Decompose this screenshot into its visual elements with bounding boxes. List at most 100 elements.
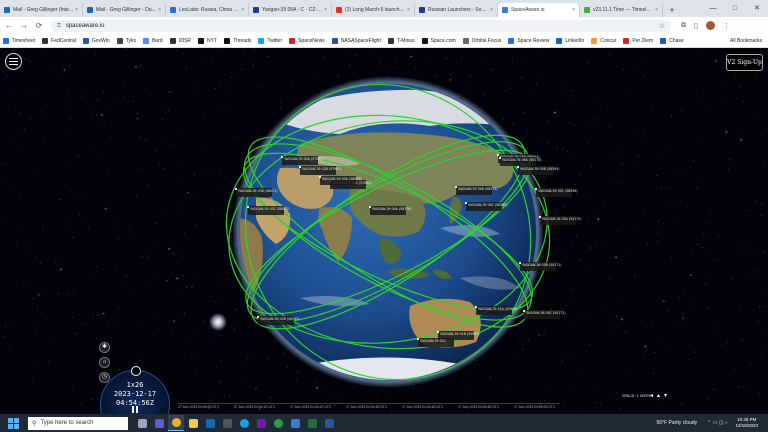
pause-button[interactable] [131,406,139,413]
satellite-icon[interactable]: ✱ [99,342,110,353]
taskbar-clock[interactable]: 10:46 PM 12/16/2023 [735,417,758,429]
bookmark-star-icon[interactable]: ☆ [659,22,665,30]
bookmark-label: FedCentral [51,37,76,44]
browser-tab[interactable]: Yaogan-39 05A - C - CZ-2... × [249,3,332,17]
bookmark-item[interactable]: Chase [660,37,684,44]
extensions-icon[interactable]: ⧉ [681,22,686,30]
tab-close-icon[interactable]: × [572,7,575,13]
satellite-marker[interactable]: YAOGAN-36 05B (54171) [518,261,562,271]
satellite-marker[interactable]: YAOGAN-39 04A (58378) [368,205,412,215]
bookmark-item[interactable]: LinkedIn [556,37,584,44]
browser-tab[interactable]: v23.11.1 Time --- Timeslo... × [580,3,663,17]
word-icon[interactable] [321,415,337,431]
speed-up-button[interactable]: ▴ [657,392,660,399]
signup-button[interactable]: V2 Sign-Up [726,54,763,71]
chrome-profile-icon[interactable] [270,415,286,431]
close-window-button[interactable]: ✕ [746,0,768,17]
excel-icon[interactable] [304,415,320,431]
satellite-marker[interactable]: YAOGAN-39 03C (58032) [246,205,290,215]
new-tab-button[interactable]: + [666,4,678,16]
bookmark-item[interactable]: Space.com [421,37,456,44]
bookmark-label: Per Diem [632,37,654,44]
chrome-icon[interactable] [168,415,184,431]
site-info-icon[interactable]: ⚿ [57,23,61,29]
main-menu-button[interactable] [5,53,22,70]
satellite-marker[interactable]: YAOGAN-36 06A (56178) [498,156,542,166]
taskbar-search[interactable]: ⚲ Type here to search [28,416,128,430]
forward-icon[interactable]: → [18,20,30,32]
outlook-icon[interactable] [202,415,218,431]
tab-close-icon[interactable]: × [241,7,244,13]
browser-tab[interactable]: Mail - Greg Gillinger (Inte... × [0,3,83,17]
satellite-marker[interactable]: YAOGAN-39 04C (58380) [464,201,508,211]
satellite-marker[interactable]: YAOGAN-39 03A (58030) [318,175,362,185]
time-scrub-knob[interactable] [131,366,141,376]
satellite-marker[interactable]: YAOGAN-39 05C (58596) [534,187,578,197]
all-bookmarks-button[interactable]: All Bookmarks [730,38,762,44]
back-icon[interactable]: ← [3,20,15,32]
edge-icon[interactable] [236,415,252,431]
bookmark-item[interactable]: Threads [224,37,251,44]
satellite-marker[interactable]: YAOGAN-36 05A (54170) [538,215,582,225]
tray-icons[interactable]: ⌃ ▭ ◫ ♪ [707,420,727,426]
tab-close-icon[interactable]: × [75,7,78,13]
bookmark-item[interactable]: NYT [198,37,217,44]
bookmark-item[interactable]: SpaceNews [289,37,325,44]
bookmark-item[interactable]: Concur [591,37,616,44]
bookmark-item[interactable]: NASASpaceFlight [331,37,381,44]
bookmark-item[interactable]: Tyks [116,37,136,44]
tab-favicon-icon [170,7,176,13]
satellite-marker[interactable]: YAOGAN-36 05C (54172) [522,309,566,319]
slower-button[interactable]: ◂ [650,392,653,399]
tab-close-icon[interactable]: × [490,7,493,13]
timeline-bar[interactable]: 17 Dec 2023 04:54:00 UTC 17 Dec 2023 04:5… [178,403,560,413]
browser-tab[interactable]: (3) Long March-5 launch... × [332,3,415,17]
globe-viewport[interactable]: YAOGAN-39 02A (57980) YAOGAN-39 02B (5798… [0,48,768,414]
browser-tab[interactable]: LeoLabs: Russia, China ma... × [166,3,249,17]
satellite-marker[interactable]: YAOGAN-39 01A (55984) [474,305,518,315]
satellite-marker[interactable]: YAOGAN-39 02A (57980) [280,155,324,165]
bookmark-item[interactable]: Orbital Focus [462,37,501,44]
bookmark-item[interactable]: Space Review [508,37,549,44]
windows-start-icon[interactable] [6,416,20,430]
bookmark-item[interactable]: T-Minus [387,37,415,44]
task-view-icon[interactable] [134,415,150,431]
bookmark-item[interactable]: I2ISR [169,37,191,44]
address-bar[interactable]: ⚿ spaceaware.io ☆ [51,19,671,32]
weather-widget[interactable]: 56°F Partly cloudy [657,420,698,426]
tab-close-icon[interactable]: × [324,7,327,13]
satellite-marker[interactable]: YAOGAN-39 04B (58379) [454,185,498,195]
satellite-marker[interactable]: YAOGAN-39 02B (57981) [298,165,342,175]
bookmark-item[interactable]: GovWin [82,37,110,44]
bookmark-item[interactable]: Twitter [258,37,282,44]
tab-close-icon[interactable]: × [655,7,658,13]
browser-tab[interactable]: Russian Launchers - Soyu... × [415,3,498,17]
teams-icon[interactable] [151,415,167,431]
tab-close-icon[interactable]: × [407,7,410,13]
bookmark-item[interactable]: Per Diem [623,37,654,44]
bookmark-item[interactable]: Timesheet [3,37,35,44]
reload-icon[interactable]: ⟳ [33,20,45,32]
menu-icon[interactable]: ⋮ [723,22,730,30]
browser-tab[interactable]: Mail - Greg Gillinger - Ou... × [83,3,166,17]
feedback-icon[interactable] [287,415,303,431]
bookmark-label: T-Minus [396,37,415,44]
tab-close-icon[interactable]: × [158,7,161,13]
satellite-marker[interactable]: YAOGAN-39 05B (58595) [516,165,560,175]
home-icon[interactable]: ⌂ [99,357,110,368]
satellite-marker[interactable]: YAOGAN-39 05B (58595) [256,315,300,325]
satellite-marker[interactable]: YAOGAN-39 01C [416,337,454,347]
browser-tab[interactable]: SpaceAware.io × [498,3,580,17]
satellite-label: YAOGAN-39 05B (58595) [260,317,299,321]
bookmark-item[interactable]: Bard [142,37,163,44]
calculator-icon[interactable] [219,415,235,431]
minimize-button[interactable]: — [702,0,724,17]
faster-button[interactable]: ▾ [664,392,667,399]
onenote-icon[interactable] [253,415,269,431]
bookmark-item[interactable]: FedCentral [42,37,76,44]
sidebar-icon[interactable]: ▯ [694,22,698,30]
file-explorer-icon[interactable] [185,415,201,431]
maximize-button[interactable]: □ [724,0,746,17]
profile-avatar[interactable] [705,21,715,30]
satellite-marker[interactable]: YAOGAN-39 03B (58031) [234,187,278,197]
